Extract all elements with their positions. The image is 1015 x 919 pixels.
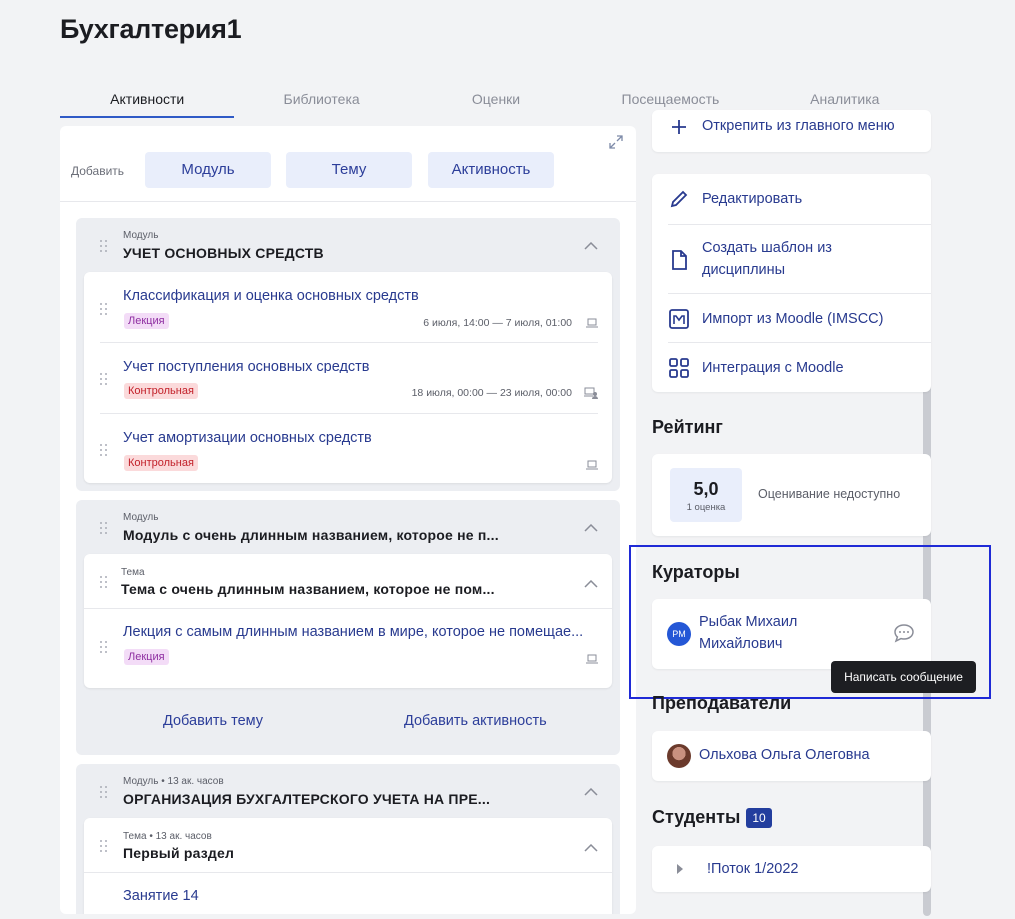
- teachers-heading: Преподаватели: [652, 693, 792, 713]
- add-module-button[interactable]: Модуль: [145, 152, 271, 188]
- avatar: [667, 744, 691, 768]
- student-group-name[interactable]: !Поток 1/2022: [707, 861, 798, 877]
- moodle-import-label: Импорт из Moodle (IMSCC): [702, 311, 884, 327]
- topic-header: Тема • 13 ак. часов Первый раздел: [84, 818, 612, 872]
- laptop-icon: [586, 654, 598, 664]
- list-item[interactable]: Учет поступления основных средств Контро…: [84, 343, 612, 413]
- rating-count: 1 оценка: [686, 502, 726, 513]
- activity-title[interactable]: Учет амортизации основных средств: [123, 430, 372, 446]
- module-title[interactable]: Модуль с очень длинным названием, которо…: [123, 527, 499, 543]
- chevron-up-icon[interactable]: [584, 580, 598, 588]
- teacher-name[interactable]: Ольхова Ольга Олеговна: [699, 747, 870, 763]
- edit-label: Редактировать: [702, 191, 803, 207]
- topic-title[interactable]: Тема с очень длинным названием, которое …: [121, 581, 495, 597]
- activity-type-badge: Контрольная: [124, 383, 198, 399]
- topic-subtitle: Тема • 13 ак. часов: [123, 831, 212, 842]
- list-item[interactable]: Занятие 14: [84, 873, 612, 914]
- module-title[interactable]: ОРГАНИЗАЦИЯ БУХГАЛТЕРСКОГО УЧЕТА НА ПРЕ.…: [123, 791, 490, 807]
- drag-handle-icon[interactable]: [100, 303, 108, 315]
- drag-handle-icon[interactable]: [100, 444, 108, 456]
- module-title[interactable]: УЧЕТ ОСНОВНЫХ СРЕДСТВ: [123, 245, 324, 261]
- chevron-up-icon[interactable]: [584, 844, 598, 852]
- plus-icon: [672, 120, 686, 134]
- topic-card: Тема Тема с очень длинным названием, кот…: [84, 554, 612, 688]
- rating-box: 5,0 1 оценка: [670, 468, 742, 522]
- topic-title[interactable]: Первый раздел: [123, 845, 234, 861]
- laptop-icon: [586, 318, 598, 328]
- create-template-menu-item[interactable]: Создать шаблон из дисциплины: [652, 225, 931, 293]
- unpin-label: Открепить из главного меню: [702, 118, 895, 134]
- chevron-up-icon[interactable]: [584, 242, 598, 250]
- moodle-integration-menu-item[interactable]: Интеграция с Moodle: [652, 343, 931, 391]
- file-icon: [672, 250, 687, 270]
- drag-handle-icon[interactable]: [100, 576, 108, 588]
- grid-icon: [669, 358, 689, 378]
- unpin-card: Открепить из главного меню: [652, 110, 931, 152]
- tab-activities[interactable]: Активности: [60, 84, 235, 118]
- activity-date: 18 июля, 00:00 — 23 июля, 00:00: [411, 387, 572, 399]
- topic-subtitle: Тема: [121, 567, 145, 578]
- module-subtitle: Модуль • 13 ак. часов: [123, 776, 224, 787]
- drag-handle-icon[interactable]: [100, 240, 108, 252]
- list-item[interactable]: Классификация и оценка основных средств …: [84, 272, 612, 342]
- add-label: Добавить: [71, 164, 125, 178]
- students-heading: Студенты: [652, 807, 741, 827]
- list-item[interactable]: Лекция с самым длинным названием в мире,…: [84, 609, 612, 687]
- students-count-badge: 10: [746, 808, 772, 828]
- activity-title[interactable]: Лекция с самым длинным названием в мире,…: [123, 624, 583, 640]
- laptop-icon: [586, 460, 598, 470]
- caret-right-icon[interactable]: [677, 864, 683, 874]
- drag-handle-icon[interactable]: [100, 840, 108, 852]
- tab-grades[interactable]: Оценки: [409, 84, 583, 118]
- topic-card: Тема • 13 ак. часов Первый раздел Заняти…: [84, 818, 612, 914]
- drag-handle-icon[interactable]: [100, 373, 108, 385]
- page-title: Бухгалтерия1: [60, 14, 242, 44]
- laptop-user-icon: [584, 387, 598, 399]
- activity-title[interactable]: Классификация и оценка основных средств: [123, 288, 419, 304]
- module-subtitle: Модуль: [123, 230, 159, 241]
- student-group-card[interactable]: !Поток 1/2022: [652, 846, 931, 892]
- unpin-menu-item[interactable]: Открепить из главного меню: [652, 110, 931, 152]
- tab-library[interactable]: Библиотека: [234, 84, 408, 118]
- rating-value: 5,0: [693, 479, 719, 499]
- add-activity-button[interactable]: Активность: [428, 152, 554, 188]
- activity-type-badge: Контрольная: [124, 455, 198, 471]
- activity-title[interactable]: Учет поступления основных средств: [123, 359, 370, 373]
- chevron-up-icon[interactable]: [584, 524, 598, 532]
- teacher-card: Ольхова Ольга Олеговна: [652, 731, 931, 781]
- activity-type-badge: Лекция: [124, 649, 169, 665]
- module-subtitle: Модуль: [123, 512, 159, 523]
- rating-note: Оценивание недоступно: [758, 487, 901, 501]
- module-card: Модуль Модуль с очень длинным названием,…: [76, 500, 620, 755]
- highlight-box: [629, 545, 991, 699]
- edit-menu-item[interactable]: Редактировать: [652, 174, 931, 224]
- add-topic-link[interactable]: Добавить тему: [163, 713, 263, 729]
- pencil-icon: [670, 190, 688, 208]
- activity-type-badge: Лекция: [124, 313, 169, 329]
- discipline-menu: Редактировать Создать шаблон из дисципли…: [652, 174, 931, 392]
- activity-title[interactable]: Занятие 14: [123, 888, 199, 904]
- moodle-m-icon: [669, 309, 689, 329]
- add-activity-link[interactable]: Добавить активность: [404, 713, 547, 729]
- module-card: Модуль • 13 ак. часов ОРГАНИЗАЦИЯ БУХГАЛ…: [76, 764, 620, 914]
- drag-handle-icon[interactable]: [100, 786, 108, 798]
- add-topic-button[interactable]: Тему: [286, 152, 412, 188]
- create-template-label: Создать шаблон из дисциплины: [702, 240, 832, 278]
- module-card: Модуль УЧЕТ ОСНОВНЫХ СРЕДСТВ Классификац…: [76, 218, 620, 491]
- activity-list: Классификация и оценка основных средств …: [84, 272, 612, 483]
- activities-panel: Добавить Модуль Тему Активность Модуль У…: [60, 126, 636, 914]
- chevron-up-icon[interactable]: [584, 788, 598, 796]
- add-bar: Добавить Модуль Тему Активность: [60, 126, 636, 202]
- drag-handle-icon[interactable]: [100, 522, 108, 534]
- moodle-import-menu-item[interactable]: Импорт из Moodle (IMSCC): [652, 294, 931, 342]
- topic-header: Тема Тема с очень длинным названием, кот…: [84, 554, 612, 608]
- drag-handle-icon[interactable]: [100, 641, 108, 653]
- list-item[interactable]: Учет амортизации основных средств Контро…: [84, 414, 612, 482]
- rating-heading: Рейтинг: [652, 417, 723, 437]
- activity-date: 6 июля, 14:00 — 7 июля, 01:00: [423, 317, 572, 329]
- moodle-integration-label: Интеграция с Moodle: [702, 360, 844, 376]
